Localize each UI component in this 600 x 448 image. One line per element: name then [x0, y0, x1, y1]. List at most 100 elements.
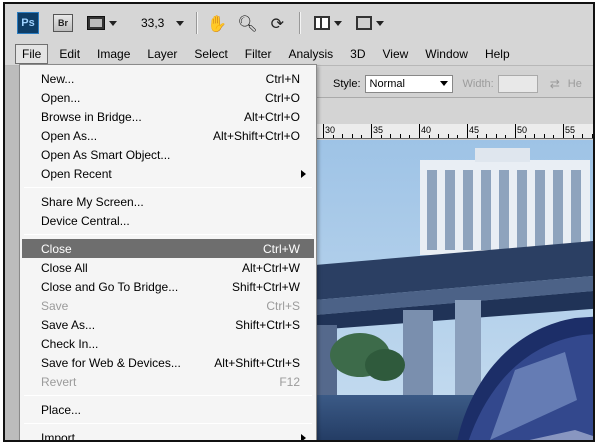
menu-item-label: Open...: [41, 90, 81, 105]
ruler-minor-tick: [534, 134, 536, 138]
file-menu-item-save-as[interactable]: Save As... Shift+Ctrl+S: [20, 315, 316, 334]
arrange-documents-icon: [314, 16, 331, 30]
menu-item-shortcut: Alt+Ctrl+O: [243, 109, 300, 124]
file-menu-item-place[interactable]: Place...: [20, 400, 316, 419]
menu-edit[interactable]: Edit: [53, 45, 86, 63]
file-menu-item-save: Save Ctrl+S: [20, 296, 316, 315]
file-menu-item-check-in[interactable]: Check In...: [20, 334, 316, 353]
file-menu-item-open-recent[interactable]: Open Recent: [20, 164, 316, 183]
menu-item-label: Browse in Bridge...: [41, 109, 142, 124]
ruler-minor-tick: [342, 134, 344, 138]
document-canvas[interactable]: [315, 140, 593, 440]
ruler-minor-tick: [332, 135, 334, 138]
ruler-major-tick: [419, 124, 420, 138]
file-menu-item-close-all[interactable]: Close All Alt+Ctrl+W: [20, 258, 316, 277]
rotate-view-tool-icon[interactable]: ⟳: [267, 14, 287, 33]
menu-analysis[interactable]: Analysis: [282, 45, 339, 63]
chevron-down-icon: [376, 20, 385, 26]
ruler-minor-tick: [438, 134, 440, 138]
ruler-minor-tick: [351, 134, 353, 138]
file-menu-item-open-as[interactable]: Open As... Alt+Shift+Ctrl+O: [20, 126, 316, 145]
submenu-arrow-icon: [301, 433, 306, 440]
ruler-minor-tick: [476, 135, 478, 138]
file-menu-item-share-my-screen[interactable]: Share My Screen...: [20, 192, 316, 211]
file-menu-item-close-and-go-to-bridge[interactable]: Close and Go To Bridge... Shift+Ctrl+W: [20, 277, 316, 296]
zoom-level-dropdown[interactable]: 33,3: [141, 16, 185, 30]
menu-item-shortcut: Ctrl+W: [263, 241, 300, 256]
file-menu-item-new[interactable]: New... Ctrl+N: [20, 69, 316, 88]
ruler-tick-label: 45: [469, 125, 480, 135]
menu-item-label: Save for Web & Devices...: [41, 355, 181, 370]
menu-item-shortcut: Ctrl+O: [264, 90, 300, 105]
menu-image[interactable]: Image: [91, 45, 136, 63]
menu-item-shortcut: Alt+Ctrl+W: [241, 260, 300, 275]
view-extras-button[interactable]: [87, 16, 117, 30]
menu-select[interactable]: Select: [188, 45, 233, 63]
menu-item-label: Share My Screen...: [41, 194, 144, 209]
application-bar: Ps Br 33,3 ✋ 🔍︎ ⟳: [5, 4, 593, 42]
divider: [196, 12, 198, 34]
menu-item-label: Open As Smart Object...: [41, 147, 171, 162]
menu-file[interactable]: File: [15, 43, 49, 64]
menu-item-label: Save: [41, 298, 69, 313]
arrange-documents-button[interactable]: [314, 16, 343, 30]
swap-dimensions-icon[interactable]: ⇄: [550, 77, 560, 91]
ruler-major-tick: [563, 124, 564, 138]
width-field[interactable]: [497, 74, 538, 93]
ruler-minor-tick: [428, 135, 430, 138]
ruler-minor-tick: [505, 135, 507, 138]
file-menu-item-open[interactable]: Open... Ctrl+O: [20, 88, 316, 107]
ruler-minor-tick: [361, 135, 363, 138]
ruler-minor-tick: [399, 134, 401, 138]
menu-window[interactable]: Window: [419, 45, 474, 63]
menu-item-shortcut: Ctrl+S: [266, 298, 300, 313]
screen-mode-button[interactable]: [356, 16, 385, 30]
file-menu-item-close[interactable]: Close Ctrl+W: [22, 239, 314, 258]
file-menu-item-save-for-web-devices[interactable]: Save for Web & Devices... Alt+Shift+Ctrl+…: [20, 353, 316, 372]
menu-separator: [24, 234, 312, 235]
ruler-major-tick: [371, 124, 372, 138]
ruler-tick-label: 30: [325, 125, 336, 135]
menu-filter[interactable]: Filter: [239, 45, 278, 63]
style-label: Style:: [333, 77, 361, 90]
ruler-major-tick: [467, 124, 468, 138]
menu-item-label: Close and Go To Bridge...: [41, 279, 179, 294]
menu-view[interactable]: View: [376, 45, 414, 63]
menu-separator: [24, 187, 312, 188]
width-label: Width:: [462, 77, 494, 90]
menu-help[interactable]: Help: [479, 45, 516, 63]
file-menu-item-import[interactable]: Import: [20, 428, 316, 440]
options-bar: Style: Normal Width: ⇄ He: [315, 70, 593, 98]
hand-tool-icon[interactable]: ✋: [207, 14, 227, 33]
file-menu-item-device-central[interactable]: Device Central...: [20, 211, 316, 230]
file-menu-item-open-as-smart-object[interactable]: Open As Smart Object...: [20, 145, 316, 164]
ruler-minor-tick: [486, 134, 488, 138]
ruler-minor-tick: [582, 134, 584, 138]
zoom-tool-icon[interactable]: 🔍︎: [237, 14, 257, 33]
height-label: He: [567, 77, 582, 90]
ruler-minor-tick: [543, 134, 545, 138]
menu-separator: [24, 423, 312, 424]
menu-layer[interactable]: Layer: [141, 45, 183, 63]
file-menu-dropdown: New... Ctrl+N Open... Ctrl+O Browse in Bridg…: [19, 64, 317, 440]
menu-bar: File Edit Image Layer Select Filter Anal…: [5, 42, 593, 66]
ruler-tick-label: 50: [517, 125, 528, 135]
ruler-minor-tick: [572, 135, 574, 138]
menu-item-shortcut: Shift+Ctrl+S: [235, 317, 300, 332]
chevron-down-icon: [334, 20, 343, 26]
horizontal-ruler[interactable]: 30 35 40 45 50 55: [315, 124, 593, 139]
bridge-button[interactable]: Br: [53, 14, 73, 32]
ruler-minor-tick: [409, 135, 411, 138]
submenu-arrow-icon: [301, 169, 306, 178]
ruler-minor-tick: [457, 135, 459, 138]
tools-panel: [5, 66, 19, 440]
menu-3d[interactable]: 3D: [344, 45, 371, 63]
file-menu-item-revert: Revert F12: [20, 372, 316, 391]
photoshop-logo: Ps: [17, 12, 39, 34]
menu-separator: [24, 395, 312, 396]
chevron-down-icon: [439, 81, 448, 86]
file-menu-item-browse-in-bridge[interactable]: Browse in Bridge... Alt+Ctrl+O: [20, 107, 316, 126]
menu-item-label: Check In...: [41, 336, 99, 351]
style-select[interactable]: Normal: [364, 74, 453, 93]
menu-item-label: Place...: [41, 402, 82, 417]
